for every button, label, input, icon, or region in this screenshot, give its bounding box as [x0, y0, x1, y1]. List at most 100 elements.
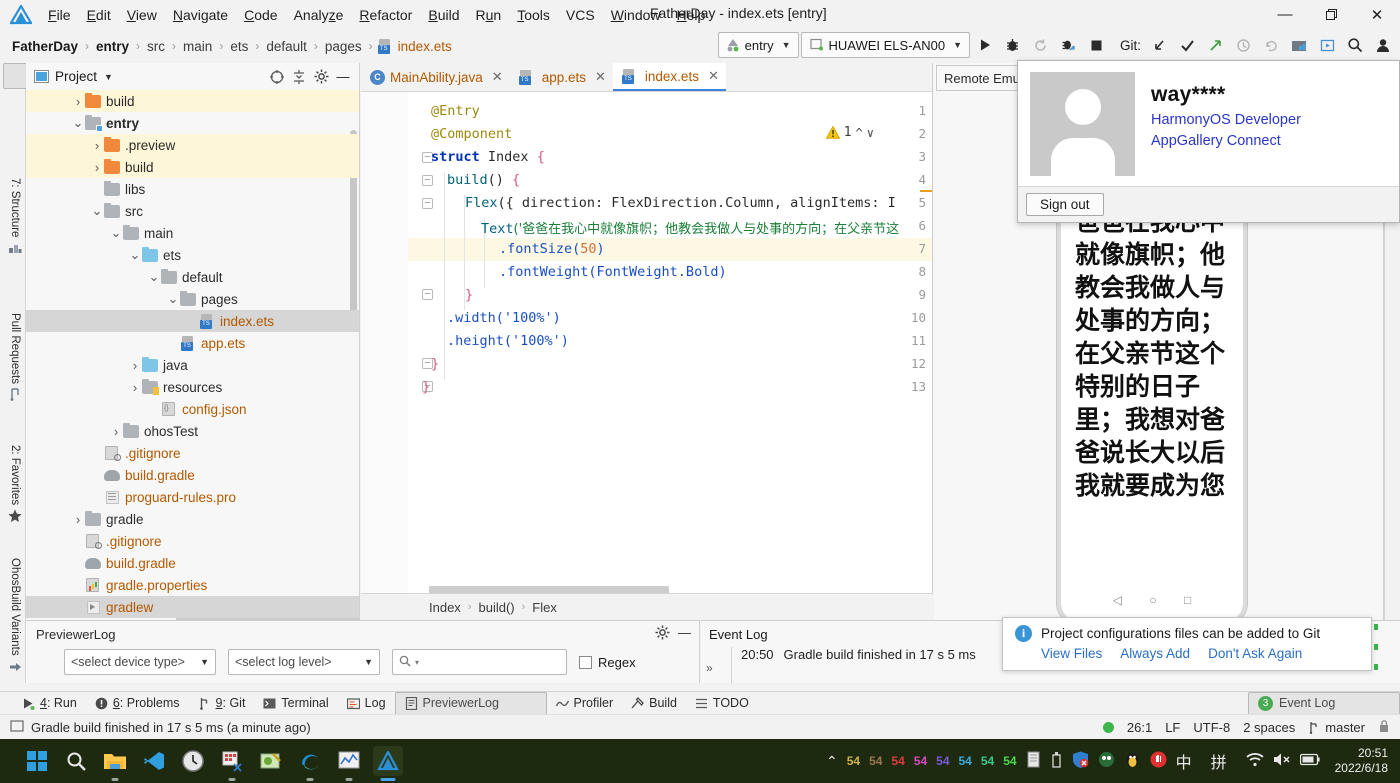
- harmonyos-developer-link[interactable]: HarmonyOS Developer: [1151, 112, 1301, 128]
- close-icon[interactable]: ✕: [492, 69, 503, 85]
- tool-window-event-log[interactable]: 3 Event Log: [1248, 691, 1400, 715]
- tab-mainability-java[interactable]: C MainAbility.java ✕: [361, 63, 510, 91]
- previewer-button[interactable]: [1314, 32, 1340, 58]
- tool-window-terminal[interactable]: Terminal: [254, 692, 337, 715]
- breadcrumb-default[interactable]: default: [264, 39, 309, 54]
- git-commit-button[interactable]: [1174, 32, 1200, 58]
- lock-icon[interactable]: [1378, 719, 1390, 736]
- penguin-icon[interactable]: [1124, 751, 1141, 771]
- tree-node-build-gradle[interactable]: build.gradle: [26, 464, 359, 486]
- crumb-index[interactable]: Index: [429, 600, 461, 615]
- chevron-down-icon[interactable]: ⌄: [147, 269, 161, 285]
- fold-marker[interactable]: –: [422, 198, 433, 209]
- tree-node-index-ets[interactable]: index.ets: [26, 310, 359, 332]
- git-revert-button[interactable]: [1258, 32, 1284, 58]
- file-encoding[interactable]: UTF-8: [1193, 720, 1230, 735]
- fold-marker[interactable]: –: [422, 175, 433, 186]
- debug-button[interactable]: [1000, 32, 1026, 58]
- prev-problem-icon[interactable]: ^: [856, 126, 863, 140]
- chevron-right-icon[interactable]: ›: [90, 160, 104, 175]
- snipping-tool-icon[interactable]: [217, 746, 247, 781]
- close-icon[interactable]: ✕: [708, 68, 719, 84]
- tree-node-libs[interactable]: libs: [26, 178, 359, 200]
- crumb-flex[interactable]: Flex: [532, 600, 557, 615]
- view-files-link[interactable]: View Files: [1041, 646, 1102, 661]
- caret-position[interactable]: 26:1: [1127, 720, 1152, 735]
- git-history-button[interactable]: [1230, 32, 1256, 58]
- chevron-right-icon[interactable]: ›: [128, 380, 142, 395]
- next-problem-icon[interactable]: ∨: [867, 126, 874, 140]
- tree-node-pages[interactable]: ⌄ pages: [26, 288, 359, 310]
- inspection-status-icon[interactable]: [1102, 721, 1114, 733]
- monitor-icon[interactable]: [334, 746, 364, 781]
- tree-node-ohostest[interactable]: › ohosTest: [26, 420, 359, 442]
- tool-window-problems[interactable]: 6: Problems: [86, 692, 189, 715]
- chevron-right-icon[interactable]: ›: [71, 94, 85, 109]
- tool-window-build[interactable]: Build: [622, 692, 686, 715]
- battery-icon[interactable]: [1299, 753, 1320, 769]
- nav-recent-icon[interactable]: □: [1184, 593, 1191, 607]
- tree-node--gitignore[interactable]: .gitignore: [26, 530, 359, 552]
- menu-navigate[interactable]: Navigate: [165, 4, 236, 26]
- tree-node-config-json[interactable]: {} config.json: [26, 398, 359, 420]
- tree-node-gradle-properties[interactable]: gradle.properties: [26, 574, 359, 596]
- ime-pinyin-icon[interactable]: 拼: [1211, 749, 1227, 773]
- chevron-right-icon[interactable]: ›: [128, 358, 142, 373]
- tree-node-gradle[interactable]: › gradle: [26, 508, 359, 530]
- music-icon[interactable]: [1150, 751, 1167, 771]
- select-opened-file-icon[interactable]: [267, 67, 287, 87]
- mute-icon[interactable]: [1273, 752, 1291, 770]
- breadcrumb-pages[interactable]: pages: [323, 39, 364, 54]
- device-preview[interactable]: 爸爸在我心中就像旗帜；他教会我做人与处事的方向；在父亲节这个特别的日子里；我想对…: [1057, 175, 1247, 625]
- tool-window-previewerlog[interactable]: PreviewerLog: [394, 691, 547, 715]
- maximize-button[interactable]: [1308, 0, 1354, 29]
- rail-item-favorites[interactable]: 2: Favorites: [3, 445, 27, 523]
- line-separator[interactable]: LF: [1165, 720, 1180, 735]
- menu-tools[interactable]: Tools: [509, 4, 558, 26]
- tool-window-git[interactable]: 9: Git: [189, 692, 255, 715]
- ime-chinese-icon[interactable]: 中: [1176, 749, 1192, 773]
- search-icon[interactable]: [61, 746, 91, 776]
- log-search-input[interactable]: ▾: [392, 649, 567, 675]
- fold-marker[interactable]: –: [422, 289, 433, 300]
- rail-item-structure[interactable]: 7: Structure: [3, 178, 27, 254]
- notepad-icon[interactable]: [1026, 751, 1041, 771]
- always-add-link[interactable]: Always Add: [1120, 646, 1190, 661]
- rail-item-pull-requests[interactable]: Pull Requests: [3, 313, 27, 401]
- project-tree[interactable]: › build ⌄ entry › .preview › build libs ⌄ src ⌄ main…: [26, 90, 359, 620]
- tray-chevron-icon[interactable]: ⌃: [826, 753, 838, 770]
- menu-run[interactable]: Run: [468, 4, 510, 26]
- appgallery-connect-link[interactable]: AppGallery Connect: [1151, 133, 1301, 149]
- security-icon[interactable]: [1072, 751, 1089, 771]
- device-type-select[interactable]: <select device type> ▼: [64, 649, 216, 675]
- tree-node-gradlew[interactable]: gradlew: [26, 596, 359, 618]
- tool-window-log[interactable]: Log: [338, 692, 395, 715]
- crumb-build[interactable]: build(): [478, 600, 514, 615]
- tree-node-proguard-rules-pro[interactable]: proguard-rules.pro: [26, 486, 359, 508]
- tab-index-ets[interactable]: index.ets ✕: [612, 63, 726, 91]
- taskbar-clock[interactable]: 20:51 2022/6/18: [1329, 746, 1388, 776]
- chevron-down-icon[interactable]: ▼: [104, 72, 113, 82]
- menu-build[interactable]: Build: [420, 4, 467, 26]
- breadcrumb-ets[interactable]: ets: [228, 39, 250, 54]
- chevron-right-icon[interactable]: ›: [71, 512, 85, 527]
- nav-back-icon[interactable]: ◁: [1113, 593, 1122, 607]
- tree-node-resources[interactable]: › resources: [26, 376, 359, 398]
- rerun-button[interactable]: [1028, 32, 1054, 58]
- nav-home-icon[interactable]: ○: [1149, 593, 1156, 607]
- editor-icon[interactable]: [256, 746, 286, 776]
- antivirus-icon[interactable]: [1098, 751, 1115, 771]
- close-button[interactable]: ✕: [1354, 0, 1400, 29]
- chevron-down-icon[interactable]: ⌄: [128, 247, 142, 263]
- log-level-select[interactable]: <select log level> ▼: [228, 649, 380, 675]
- menu-analyze[interactable]: Analyze: [286, 4, 352, 26]
- collapse-all-icon[interactable]: [289, 67, 309, 87]
- inspection-widget[interactable]: 1 ^ ∨: [825, 125, 874, 140]
- gear-icon[interactable]: [655, 625, 670, 643]
- clock-icon[interactable]: [178, 746, 208, 776]
- rail-item-ohosbuild-variants[interactable]: OhosBuild Variants: [3, 558, 27, 674]
- tree-node--gitignore[interactable]: .gitignore: [26, 442, 359, 464]
- chevron-down-icon[interactable]: ⌄: [166, 291, 180, 307]
- regex-checkbox[interactable]: Regex: [579, 655, 636, 670]
- hide-panel-icon[interactable]: —: [678, 625, 691, 643]
